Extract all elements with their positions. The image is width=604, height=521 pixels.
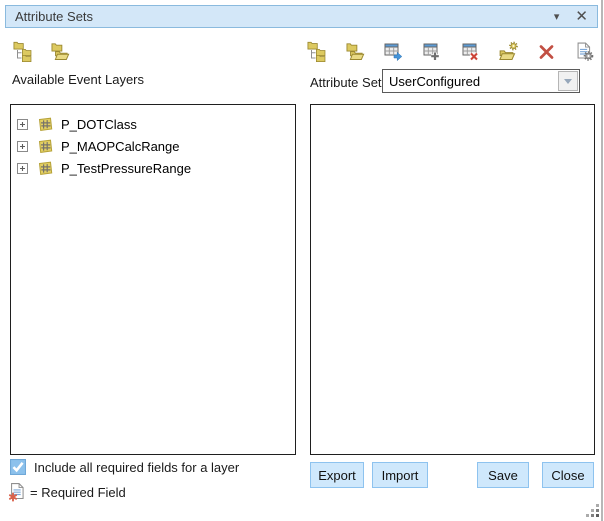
event-layer-icon: [37, 139, 54, 154]
expand-plus-icon[interactable]: [17, 141, 28, 152]
tree-row[interactable]: P_MAOPCalcRange: [11, 135, 295, 157]
page-gear-icon[interactable]: [574, 40, 596, 62]
delete-x-icon[interactable]: [536, 40, 558, 62]
event-layer-icon: [37, 161, 54, 176]
attribute-set-label: Attribute Set:: [310, 75, 385, 90]
available-event-layers-label: Available Event Layers: [12, 72, 144, 87]
attribute-set-fields-list[interactable]: [310, 104, 595, 455]
required-field-legend: = Required Field: [8, 482, 126, 502]
export-button[interactable]: Export: [310, 462, 364, 488]
chevron-down-icon: [564, 79, 572, 84]
expand-plus-icon[interactable]: [17, 163, 28, 174]
tree-item-label: P_DOTClass: [61, 117, 137, 132]
grip-dots-icon: [586, 504, 589, 507]
folders-icon[interactable]: [344, 40, 366, 62]
titlebar: Attribute Sets ▾ ✕: [5, 5, 598, 28]
include-required-row: Include all required fields for a layer: [10, 459, 239, 475]
tree-row[interactable]: P_TestPressureRange: [11, 157, 295, 179]
import-button[interactable]: Import: [372, 462, 428, 488]
attribute-sets-dialog: Attribute Sets ▾ ✕: [0, 0, 604, 521]
folder-tree-icon[interactable]: [306, 40, 328, 62]
close-icon[interactable]: ✕: [575, 9, 588, 24]
tree-item-label: P_TestPressureRange: [61, 161, 191, 176]
required-field-icon: [8, 482, 25, 502]
resize-grip[interactable]: [586, 504, 600, 518]
expand-plus-icon[interactable]: [17, 119, 28, 130]
checkbox-checked-icon[interactable]: [10, 459, 26, 475]
table-add-icon[interactable]: [421, 40, 443, 62]
event-layers-list: P_DOTClass P_MAOPCalcRange P_TestPressur…: [10, 104, 296, 455]
left-toolbar: [12, 40, 71, 62]
tree-row[interactable]: P_DOTClass: [11, 113, 295, 135]
collapse-chevron-icon[interactable]: ▾: [554, 10, 560, 23]
folders-icon[interactable]: [49, 40, 71, 62]
right-toolbar: [306, 40, 596, 62]
window-edge: [601, 0, 603, 521]
close-button[interactable]: Close: [542, 462, 594, 488]
tree-item-label: P_MAOPCalcRange: [61, 139, 180, 154]
include-required-label: Include all required fields for a layer: [34, 460, 239, 475]
save-button[interactable]: Save: [477, 462, 529, 488]
table-export-icon[interactable]: [383, 40, 405, 62]
table-remove-icon[interactable]: [459, 40, 481, 62]
folder-tree-icon[interactable]: [12, 40, 34, 62]
folder-new-icon[interactable]: [497, 40, 519, 62]
attribute-set-combobox: [382, 69, 580, 93]
combobox-dropdown-button[interactable]: [558, 71, 578, 91]
required-field-label: = Required Field: [30, 485, 126, 500]
dialog-title: Attribute Sets: [15, 9, 554, 24]
attribute-set-input[interactable]: [383, 70, 557, 92]
event-layer-icon: [37, 117, 54, 132]
